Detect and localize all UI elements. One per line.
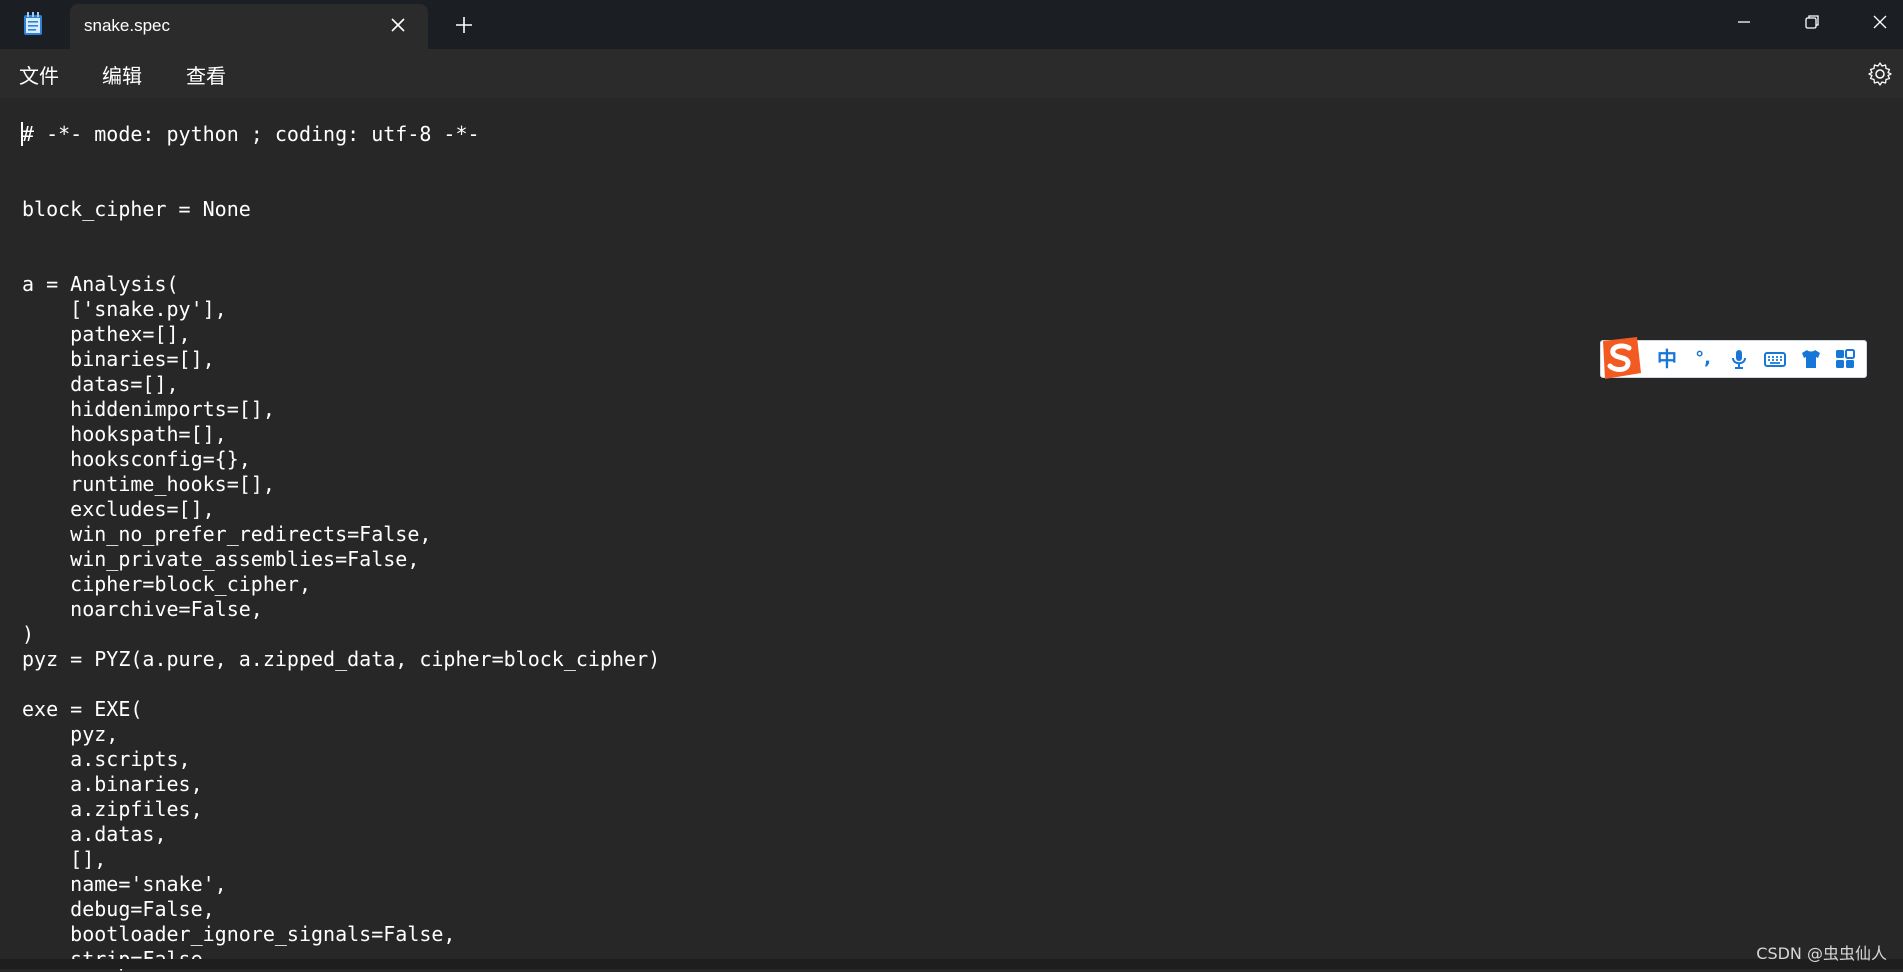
code-text[interactable]: # -*- mode: python ; coding: utf-8 -*- b…	[22, 122, 660, 972]
code-line: [],	[22, 847, 107, 871]
code-line: binaries=[],	[22, 347, 215, 371]
code-line: datas=[],	[22, 372, 179, 396]
code-line: exe = EXE(	[22, 697, 143, 721]
code-line: ['snake.py'],	[22, 297, 227, 321]
menu-file[interactable]: 文件	[19, 60, 59, 89]
minimize-icon[interactable]	[1730, 8, 1758, 36]
title-bar: snake.spec	[0, 0, 1903, 49]
code-line: bootloader_ignore_signals=False,	[22, 922, 456, 946]
code-line: pyz,	[22, 722, 119, 746]
ime-punct-label[interactable]: °,	[1691, 347, 1715, 371]
code-line: pathex=[],	[22, 322, 191, 346]
ime-mode-label[interactable]: 中	[1655, 347, 1679, 371]
code-line: excludes=[],	[22, 497, 215, 521]
menu-view[interactable]: 查看	[186, 60, 226, 89]
code-line: hooksconfig={},	[22, 447, 251, 471]
code-line: debug=False,	[22, 897, 215, 921]
notepad-icon	[22, 12, 44, 36]
code-line: a.binaries,	[22, 772, 203, 796]
code-line: hookspath=[],	[22, 422, 227, 446]
text-editor[interactable]: # -*- mode: python ; coding: utf-8 -*- b…	[0, 98, 1903, 972]
code-line: noarchive=False,	[22, 597, 263, 621]
code-line: # -*- mode: python ; coding: utf-8 -*-	[22, 122, 480, 146]
ime-toolbar[interactable]: 中 °,	[1600, 337, 1867, 379]
microphone-icon[interactable]	[1727, 347, 1751, 371]
code-line: win_private_assemblies=False,	[22, 547, 420, 571]
code-line: runtime_hooks=[],	[22, 472, 275, 496]
code-line: a.zipfiles,	[22, 797, 203, 821]
close-icon[interactable]	[386, 13, 410, 37]
menu-edit[interactable]: 编辑	[102, 60, 142, 89]
restore-icon[interactable]	[1798, 8, 1826, 36]
keyboard-icon[interactable]	[1763, 347, 1787, 371]
gear-icon[interactable]	[1867, 61, 1893, 87]
shirt-icon[interactable]	[1799, 347, 1823, 371]
horizontal-scrollbar[interactable]	[0, 959, 1903, 969]
code-line: a = Analysis(	[22, 272, 179, 296]
tab-title: snake.spec	[84, 16, 170, 35]
code-line: win_no_prefer_redirects=False,	[22, 522, 432, 546]
close-icon[interactable]	[1866, 8, 1894, 36]
tab-snake-spec[interactable]: snake.spec	[70, 4, 428, 49]
plus-icon[interactable]	[452, 13, 476, 37]
code-line: block_cipher = None	[22, 197, 251, 221]
sogou-s-icon[interactable]	[1597, 335, 1645, 381]
grid-icon[interactable]	[1833, 347, 1857, 371]
code-line: a.scripts,	[22, 747, 191, 771]
code-line: hiddenimports=[],	[22, 397, 275, 421]
code-line: a.datas,	[22, 822, 167, 846]
menu-bar: 文件 编辑 查看	[0, 49, 1903, 98]
code-line: pyz = PYZ(a.pure, a.zipped_data, cipher=…	[22, 647, 661, 671]
code-line: cipher=block_cipher,	[22, 572, 311, 596]
code-line: )	[22, 622, 35, 646]
watermark: CSDN @虫虫仙人	[1756, 944, 1887, 963]
code-line: name='snake',	[22, 872, 227, 896]
